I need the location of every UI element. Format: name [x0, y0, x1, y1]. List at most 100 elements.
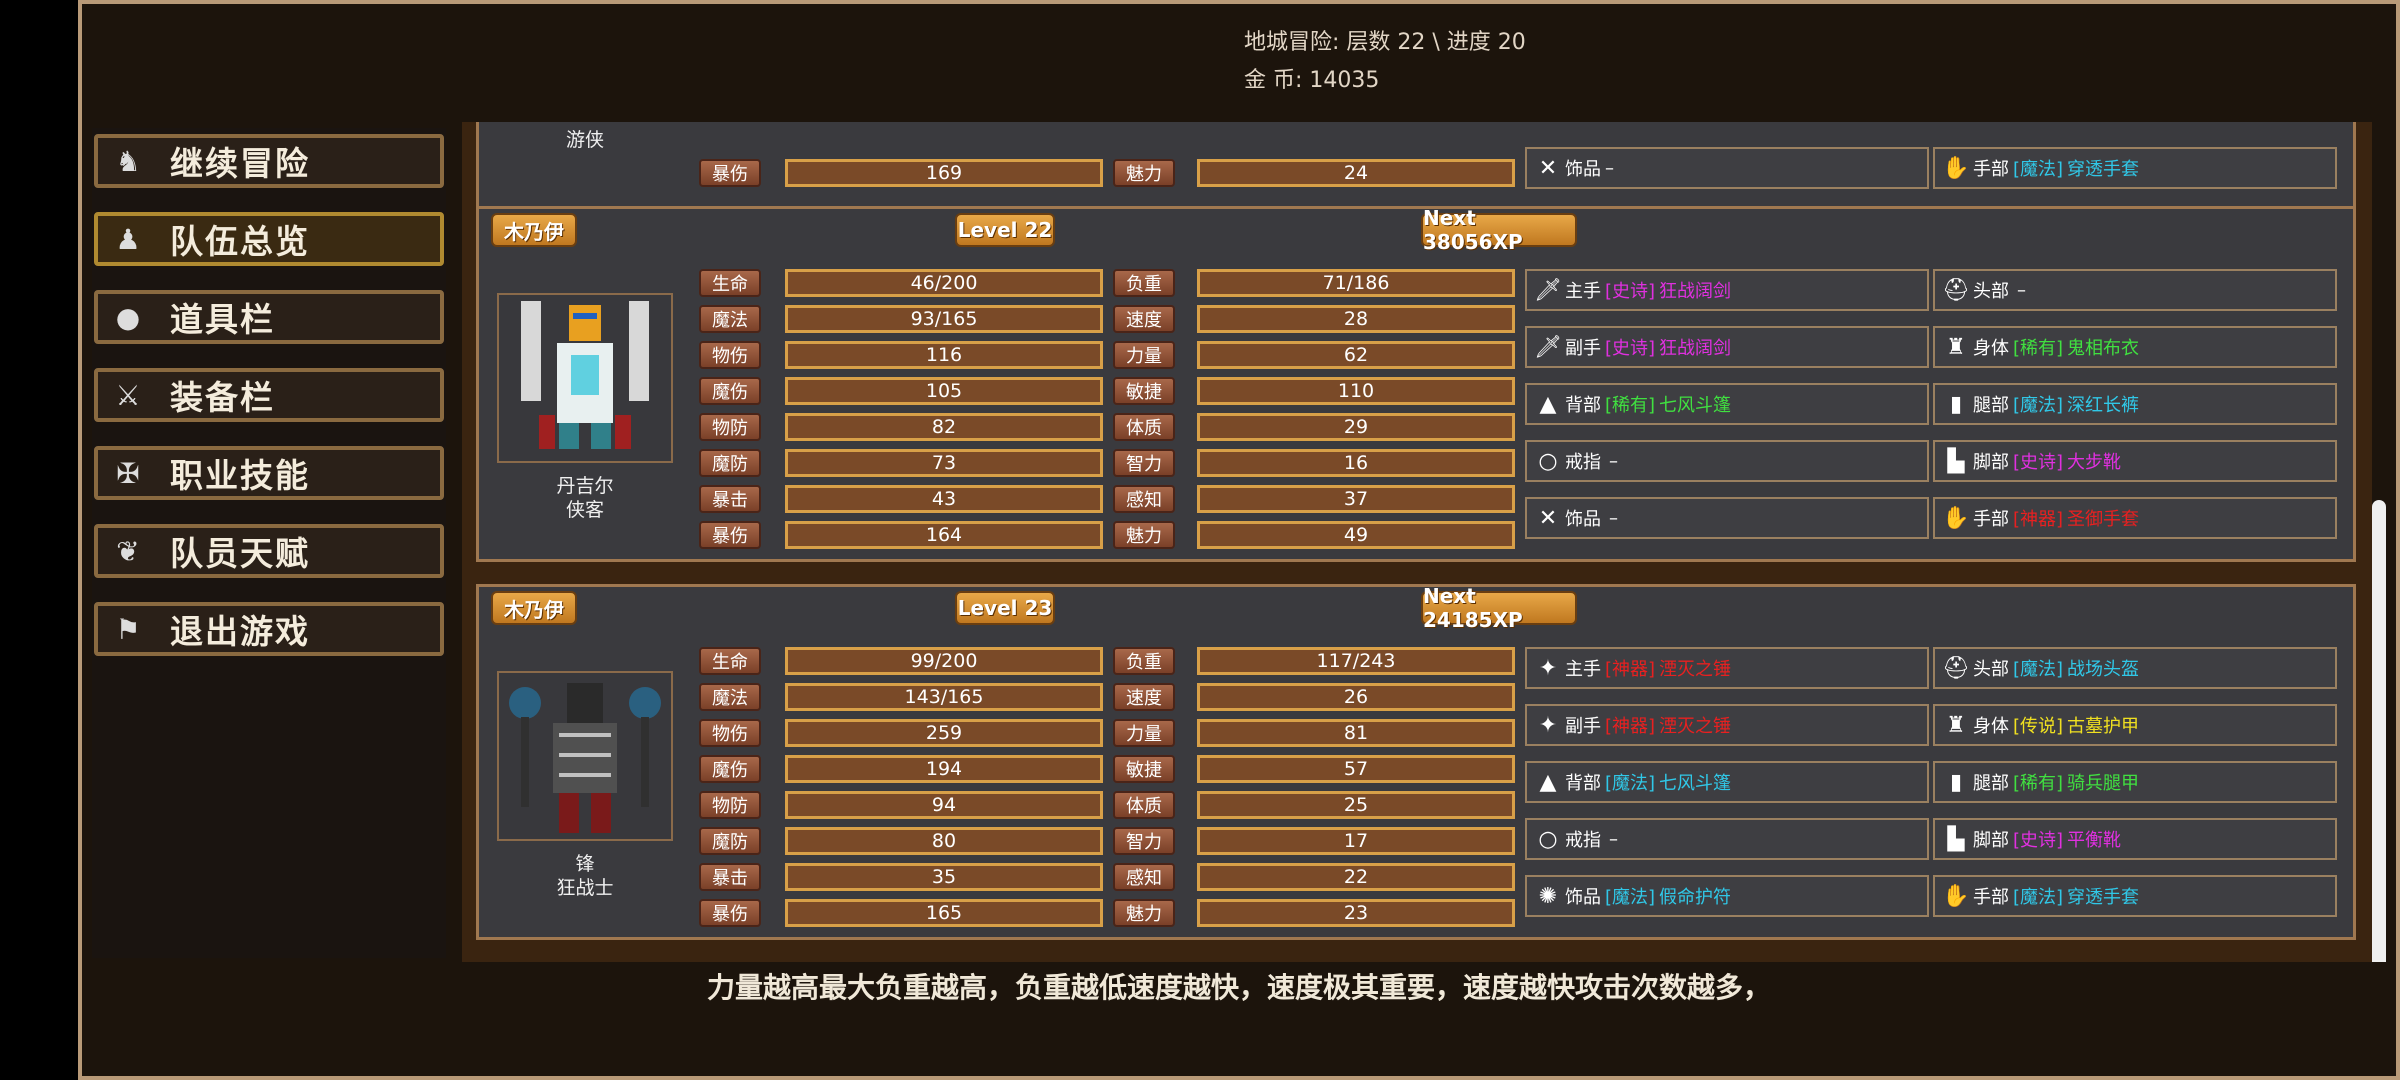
equip-slot[interactable]: 🗡 主手 [史诗] 狂战阔剑: [1525, 269, 1929, 311]
sword-icon: 🗡: [1534, 277, 1562, 303]
equip-item-name: 湮灭之锤: [1659, 716, 1732, 737]
equip-slot-name: 手部: [1973, 159, 2009, 180]
equip-slot[interactable]: ✋ 手部 [神器] 圣御手套: [1933, 497, 2337, 539]
equip-slot-name: 饰品: [1565, 509, 1601, 530]
equip-slot[interactable]: ▙ 脚部 [史诗] 平衡靴: [1933, 818, 2337, 860]
menu-equipment[interactable]: ⚔ 装备栏: [94, 368, 444, 422]
sword-icon: 🗡: [1534, 334, 1562, 360]
stat-value: 35: [785, 863, 1103, 891]
stat-label: 魅力: [1113, 899, 1175, 927]
member-class: 狂战士: [556, 877, 614, 899]
member-name: 丹吉尔: [556, 475, 614, 497]
equip-slot[interactable]: ○ 戒指 –: [1525, 440, 1929, 482]
stat-label: 负重: [1113, 269, 1175, 297]
party-list[interactable]: 游侠 暴伤 169 魅力 24 ✕ 饰品 – ✋ 手部 [魔法] 穿透手套 木乃…: [462, 122, 2372, 962]
menu-member-talents[interactable]: ❦ 队员天赋: [94, 524, 444, 578]
laurel-icon: ❦: [116, 534, 140, 568]
equip-quality: [传说]: [2013, 716, 2064, 737]
stat-value: 143/165: [785, 683, 1103, 711]
helmet-icon: ⛑: [1942, 655, 1970, 681]
stat-value: 93/165: [785, 305, 1103, 333]
equip-slot[interactable]: ✦ 副手 [神器] 湮灭之锤: [1525, 704, 1929, 746]
helmet-icon: ⛑: [1942, 277, 1970, 303]
stat-label: 暴击: [699, 863, 761, 891]
equip-item-name: –: [1605, 157, 1614, 179]
race-tag: 木乃伊: [491, 591, 577, 625]
menu-continue-adventure[interactable]: ♞ 继续冒险: [94, 134, 444, 188]
stat-label: 暴伤: [699, 159, 761, 187]
top-bar: 地城冒险: 层数 22 \ 进度 20 金 币: 14035: [82, 4, 2396, 122]
equip-item-name: –: [1609, 450, 1618, 472]
stat-value: 259: [785, 719, 1103, 747]
stat-label: 魔防: [699, 449, 761, 477]
menu-label: 队伍总览: [170, 222, 310, 261]
equip-slot[interactable]: ▮ 腿部 [魔法] 深红长裤: [1933, 383, 2337, 425]
member-portrait[interactable]: [497, 293, 673, 463]
equip-item-name: –: [2017, 279, 2026, 301]
equip-quality: [魔法]: [1605, 773, 1656, 794]
stat-label: 魔防: [699, 827, 761, 855]
menu-label: 职业技能: [170, 456, 310, 495]
member-name: 锋: [575, 853, 595, 875]
mace-icon: ✦: [1538, 655, 1558, 681]
equip-slot[interactable]: ✦ 主手 [神器] 湮灭之锤: [1525, 647, 1929, 689]
equip-slot-name: 饰品: [1565, 887, 1601, 908]
stat-label: 暴伤: [699, 899, 761, 927]
stat-value: 73: [785, 449, 1103, 477]
stat-label: 感知: [1113, 863, 1175, 891]
stat-label: 魅力: [1113, 159, 1175, 187]
equip-slot[interactable]: ✕ 饰品 –: [1525, 497, 1929, 539]
stat-value: 57: [1197, 755, 1515, 783]
equip-quality: [魔法]: [2013, 659, 2064, 680]
member-panel: 木乃伊 Level 22 Next 38056XP 丹吉尔 侠客 生命 46/20…: [476, 206, 2356, 562]
equip-slot[interactable]: ⛑ 头部 –: [1933, 269, 2337, 311]
equip-slot[interactable]: ▲ 背部 [稀有] 七风斗篷: [1525, 383, 1929, 425]
equip-slot[interactable]: ✺ 饰品 [魔法] 假命护符: [1525, 875, 1929, 917]
glove-icon: ✋: [1942, 505, 1970, 531]
stat-value: 49: [1197, 521, 1515, 549]
equip-slot[interactable]: ▮ 腿部 [稀有] 骑兵腿甲: [1933, 761, 2337, 803]
menu-exit-game[interactable]: ⚑ 退出游戏: [94, 602, 444, 656]
stat-value: 26: [1197, 683, 1515, 711]
equip-slot[interactable]: 🗡 副手 [史诗] 狂战阔剑: [1525, 326, 1929, 368]
stat-value: 28: [1197, 305, 1515, 333]
menu-class-skills[interactable]: ✠ 职业技能: [94, 446, 444, 500]
stat-value: 80: [785, 827, 1103, 855]
stat-label: 生命: [699, 269, 761, 297]
menu-inventory[interactable]: ● 道具栏: [94, 290, 444, 344]
equip-quality: [史诗]: [1605, 281, 1656, 302]
equip-slot[interactable]: ⛑ 头部 [魔法] 战场头盔: [1933, 647, 2337, 689]
stat-label: 物伤: [699, 341, 761, 369]
legs-icon: ▮: [1949, 391, 1963, 417]
menu-party-overview[interactable]: ♟ 队伍总览: [94, 212, 444, 266]
stat-label: 负重: [1113, 647, 1175, 675]
amulet-icon: ✺: [1538, 883, 1558, 909]
crossed-tools-icon: ✕: [1538, 155, 1558, 181]
ring-icon: ○: [1538, 448, 1558, 474]
equip-slot-name: 副手: [1565, 716, 1601, 737]
equip-quality: [史诗]: [2013, 452, 2064, 473]
equip-slot[interactable]: ♜ 身体 [传说] 古墓护甲: [1933, 704, 2337, 746]
equip-slot[interactable]: ○ 戒指 –: [1525, 818, 1929, 860]
equip-slot[interactable]: ✕ 饰品 –: [1525, 147, 1929, 189]
equip-slot[interactable]: ▲ 背部 [魔法] 七风斗篷: [1525, 761, 1929, 803]
stat-value: 23: [1197, 899, 1515, 927]
equip-slot[interactable]: ♜ 身体 [稀有] 鬼相布衣: [1933, 326, 2337, 368]
stat-value: 16: [1197, 449, 1515, 477]
equip-slot[interactable]: ✋ 手部 [魔法] 穿透手套: [1933, 875, 2337, 917]
equip-slot-name: 身体: [1973, 338, 2009, 359]
equip-slot-name: 头部: [1973, 281, 2009, 302]
equip-slot-name: 腿部: [1973, 773, 2009, 794]
equip-item-name: 穿透手套: [2067, 887, 2140, 908]
side-menu: ♞ 继续冒险 ♟ 队伍总览 ● 道具栏 ⚔ 装备栏 ✠ 职业技能 ❦ 队员天赋 …: [92, 128, 446, 958]
equip-item-name: 假命护符: [1659, 887, 1732, 908]
stat-value: 81: [1197, 719, 1515, 747]
stat-label: 力量: [1113, 341, 1175, 369]
equip-slot[interactable]: ✋ 手部 [魔法] 穿透手套: [1933, 147, 2337, 189]
stat-label: 速度: [1113, 305, 1175, 333]
equip-slot[interactable]: ▙ 脚部 [史诗] 大步靴: [1933, 440, 2337, 482]
scrollbar[interactable]: [2372, 500, 2386, 970]
equip-slot-name: 脚部: [1973, 830, 2009, 851]
member-portrait[interactable]: [497, 671, 673, 841]
stat-value: 117/243: [1197, 647, 1515, 675]
